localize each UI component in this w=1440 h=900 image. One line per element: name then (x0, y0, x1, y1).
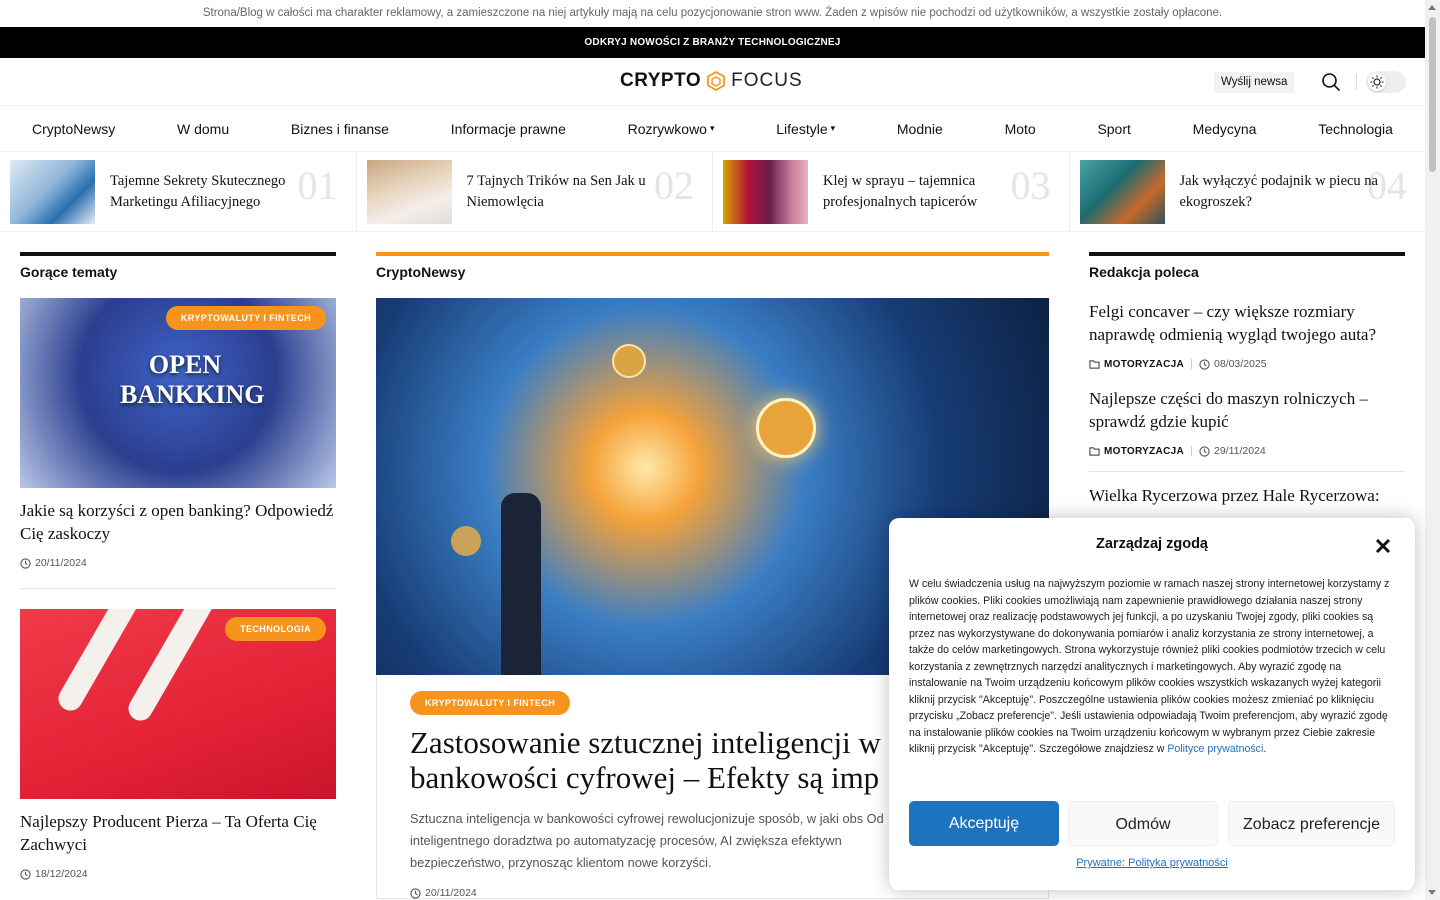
hexagon-logo-icon (707, 71, 726, 91)
article-title[interactable]: Wielka Rycerzowa przez Hale Rycerzowa: (1089, 484, 1405, 507)
site-header: CRYPTO FOCUS Wyślij newsa (0, 58, 1425, 106)
nav-item-modnie[interactable]: Modnie (897, 121, 943, 137)
clock-icon (410, 887, 421, 899)
page-scrollbar[interactable] (1425, 0, 1440, 900)
divider (20, 588, 336, 589)
trending-title[interactable]: 7 Tajnych Trików na Sen Jak u Niemowlęci… (467, 171, 667, 213)
coin-shape (451, 526, 481, 556)
scrollbar-thumb[interactable] (1429, 17, 1436, 172)
trending-thumbnail[interactable] (10, 159, 95, 224)
article-meta: MOTORYZACJA 29/11/2024 (1089, 445, 1405, 457)
featured-date: 20/11/2024 (425, 887, 477, 899)
category-badge[interactable]: KRYPTOWALUTY I FINTECH (410, 691, 571, 715)
privacy-policy-link[interactable]: Polityce prywatności (1167, 743, 1263, 755)
clock-icon (20, 868, 31, 880)
trending-item[interactable]: Klej w sprayu – tajemnica profesjonalnyc… (713, 152, 1070, 231)
privacy-link[interactable]: Prywatne: Polityka prywatności (889, 857, 1415, 869)
clock-icon (1199, 445, 1210, 457)
clock-icon (20, 557, 31, 569)
article-meta: MOTORYZACJA 08/03/2025 (1089, 358, 1405, 370)
hot-topics-section: Gorące tematy OPEN BANKKING KRYPTOWALUTY… (20, 252, 336, 880)
nav-item-technologia[interactable]: Technologia (1318, 121, 1393, 137)
logo-crypto: CRYPTO (620, 70, 702, 91)
nav-item-cryptonewsy[interactable]: CryptoNewsy (32, 121, 115, 137)
article-date: 29/11/2024 (1213, 445, 1266, 457)
search-icon[interactable] (1321, 72, 1341, 92)
trending-title[interactable]: Jak wyłączyć podajnik w piecu na ekogros… (1180, 171, 1380, 213)
main-navigation: CryptoNewsy W domu Biznes i finanse Info… (0, 106, 1425, 152)
article-meta: 20/11/2024 (20, 557, 336, 569)
chevron-down-icon: ▾ (830, 123, 836, 133)
editors-picks-title: Redakcja poleca (1089, 264, 1199, 280)
trending-thumbnail[interactable] (723, 159, 808, 224)
trending-item[interactable]: 7 Tajnych Trików na Sen Jak u Niemowlęci… (357, 152, 713, 231)
clock-icon (1199, 358, 1210, 370)
folder-icon (1089, 447, 1100, 456)
category-badge[interactable]: KRYPTOWALUTY I FINTECH (165, 306, 326, 330)
cryptonewsy-title: CryptoNewsy (376, 264, 466, 280)
nav-item-w-domu[interactable]: W domu (177, 121, 229, 137)
cookie-consent-dialog: Zarządzaj zgodą W celu świadczenia usług… (889, 518, 1415, 890)
person-silhouette (501, 493, 541, 675)
deny-button[interactable]: Odmów (1068, 801, 1218, 846)
preferences-button[interactable]: Zobacz preferencje (1228, 801, 1395, 846)
trending-title[interactable]: Klej w sprayu – tajemnica profesjonalnyc… (823, 171, 1023, 213)
nav-item-medycyna[interactable]: Medycyna (1193, 121, 1257, 137)
consent-title: Zarządzaj zgodą (1096, 536, 1208, 552)
scroll-down-icon[interactable] (1428, 890, 1436, 895)
editors-picks-section: Redakcja poleca Felgi concaver – czy wię… (1089, 252, 1405, 507)
nav-item-biznes[interactable]: Biznes i finanse (291, 121, 389, 137)
trending-title[interactable]: Tajemne Sekrety Skutecznego Marketingu A… (110, 171, 310, 213)
coin-shape (612, 344, 646, 378)
featured-headline[interactable]: Zastosowanie sztucznej inteligencji w ba… (410, 725, 910, 795)
article-title[interactable]: Najlepsze części do maszyn rolniczych – … (1089, 387, 1405, 433)
article-category[interactable]: MOTORYZACJA (1104, 446, 1184, 457)
top-announcement-bar[interactable]: ODKRYJ NOWOŚCI Z BRANŻY TECHNOLOGICZNEJ (0, 27, 1425, 58)
image-shape (124, 609, 220, 725)
nav-item-prawne[interactable]: Informacje prawne (451, 121, 566, 137)
article-image[interactable]: OPEN BANKKING KRYPTOWALUTY I FINTECH (20, 298, 336, 488)
chevron-down-icon: ▾ (709, 123, 715, 133)
featured-meta: 20/11/2024 (410, 887, 477, 899)
hot-topics-title: Gorące tematy (20, 264, 118, 280)
article-title[interactable]: Najlepszy Producent Pierza – Ta Oferta C… (20, 810, 336, 856)
dark-mode-toggle[interactable] (1366, 71, 1406, 93)
article-date: 08/03/2025 (1213, 358, 1267, 370)
site-logo[interactable]: CRYPTO FOCUS (620, 70, 803, 92)
nav-item-lifestyle[interactable]: Lifestyle ▾ (776, 121, 835, 137)
image-caption: OPEN BANKKING (120, 350, 265, 409)
meta-divider (1190, 359, 1192, 369)
header-divider (1356, 74, 1357, 90)
sun-icon (1368, 73, 1386, 91)
coin-shape (756, 398, 816, 458)
article-date: 20/11/2024 (35, 557, 87, 569)
meta-divider (1190, 446, 1192, 456)
article-meta: 18/12/2024 (20, 868, 336, 880)
accept-button[interactable]: Akceptuję (909, 801, 1059, 846)
article-title[interactable]: Jakie są korzyści z open banking? Odpowi… (20, 499, 336, 545)
nav-item-moto[interactable]: Moto (1005, 121, 1036, 137)
close-icon[interactable] (1373, 536, 1393, 556)
trending-thumbnail[interactable] (366, 159, 452, 224)
logo-focus: FOCUS (731, 70, 803, 91)
featured-excerpt: Sztuczna inteligencja w bankowości cyfro… (410, 811, 884, 870)
article-image[interactable]: TECHNOLOGIA (20, 609, 336, 799)
article-title[interactable]: Felgi concaver – czy większe rozmiary na… (1089, 300, 1405, 346)
nav-item-rozrywkowo[interactable]: Rozrywkowo ▾ (628, 121, 715, 137)
scroll-up-icon[interactable] (1428, 5, 1436, 10)
trending-item[interactable]: Tajemne Sekrety Skutecznego Marketingu A… (0, 152, 357, 231)
folder-icon (1089, 360, 1100, 369)
category-badge[interactable]: TECHNOLOGIA (225, 617, 326, 641)
trending-strip: Tajemne Sekrety Skutecznego Marketingu A… (0, 152, 1425, 232)
article-date: 18/12/2024 (35, 868, 88, 880)
article-category[interactable]: MOTORYZACJA (1104, 359, 1184, 370)
trending-thumbnail[interactable] (1079, 159, 1165, 224)
ad-disclaimer: Strona/Blog w całości ma charakter rekla… (202, 7, 1223, 19)
divider (1089, 471, 1405, 472)
trending-item[interactable]: Jak wyłączyć podajnik w piecu na ekogros… (1070, 152, 1426, 231)
nav-item-sport[interactable]: Sport (1097, 121, 1130, 137)
send-news-button[interactable]: Wyślij newsa (1214, 72, 1295, 93)
consent-text: W celu świadczenia usług na najwyższym p… (909, 578, 1390, 755)
